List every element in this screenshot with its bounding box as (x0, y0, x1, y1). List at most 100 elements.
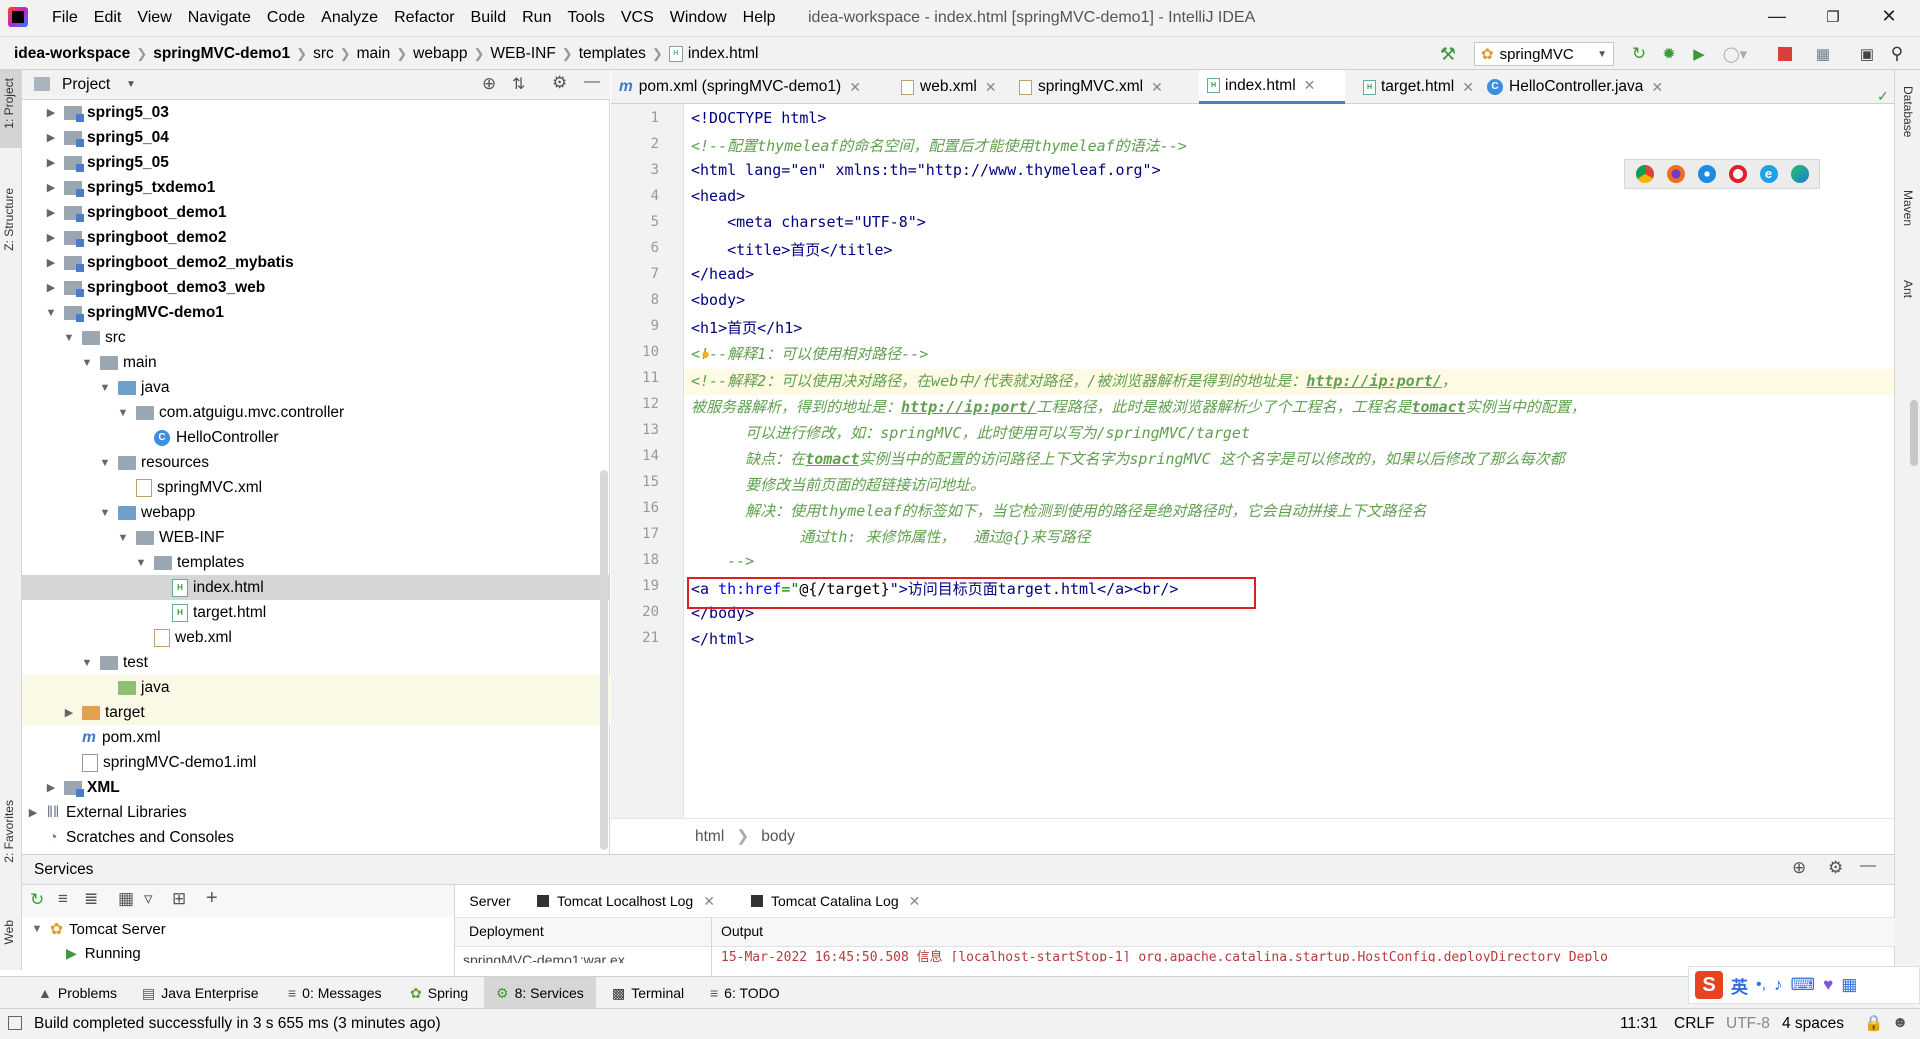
file-encoding[interactable]: UTF-8 (1726, 1015, 1770, 1033)
lightbulb-icon[interactable]: ● (701, 346, 710, 363)
close-icon[interactable]: ✕ (1151, 79, 1163, 96)
status-message[interactable]: Build completed successfully in 3 s 655 … (34, 1015, 441, 1033)
crumb-webinf[interactable]: WEB-INF (490, 45, 555, 63)
stop-icon[interactable] (1778, 47, 1792, 61)
chevron-down-icon[interactable]: ▼ (98, 381, 112, 395)
editor-scrollbar[interactable] (1910, 400, 1918, 466)
coverage-icon[interactable]: ▶ (1688, 43, 1710, 65)
menu-window[interactable]: Window (662, 9, 735, 27)
web-tool-tab[interactable]: Web (2, 920, 16, 944)
tab-springmvc-xml[interactable]: springMVC.xml ✕ (1011, 70, 1171, 104)
tree-item-test-java[interactable]: java (22, 675, 610, 700)
chevron-right-icon[interactable]: ▶ (44, 131, 58, 145)
tool-tab-problems[interactable]: ▲ Problems (38, 977, 117, 1009)
tree-item-scratches[interactable]: ◔ Scratches and Consoles (22, 825, 610, 850)
tree-item-index-html[interactable]: Hindex.html (22, 575, 610, 600)
crumb-main[interactable]: main (357, 45, 391, 63)
chevron-right-icon[interactable]: ▶ (44, 781, 58, 795)
collapse-all-icon[interactable]: ⇅ (512, 74, 525, 94)
caret-position[interactable]: 11:31 (1620, 1015, 1658, 1033)
code-link[interactable]: http://ip:port/ (901, 398, 1036, 416)
globe-icon[interactable]: ⊕ (1792, 858, 1806, 878)
tab-server[interactable]: Server (455, 885, 525, 917)
tool-tab-terminal[interactable]: ▩ Terminal (612, 977, 684, 1009)
tree-item-test[interactable]: ▼ test (22, 650, 610, 675)
close-icon[interactable]: ✕ (985, 79, 997, 96)
chevron-right-icon[interactable]: ▶ (44, 181, 58, 195)
tree-item-spring5_04[interactable]: ▶ spring5_04 (22, 125, 610, 150)
hide-panel-icon[interactable]: — (584, 73, 600, 91)
project-tool-tab[interactable]: 1: Project (2, 78, 16, 129)
close-window-icon[interactable]: ✕ (1874, 6, 1904, 30)
close-icon[interactable]: ✕ (1651, 79, 1663, 96)
chevron-down-icon[interactable]: ▼ (116, 531, 130, 545)
search-icon[interactable]: ⚲ (1886, 43, 1908, 65)
close-icon[interactable]: ✕ (1304, 77, 1316, 94)
skin-icon[interactable]: ♥ (1823, 975, 1833, 995)
project-panel-title[interactable]: Project (62, 76, 110, 94)
chevron-down-icon[interactable]: ▼ (80, 356, 94, 370)
ant-tool-tab[interactable]: Ant (1901, 280, 1915, 298)
database-tool-tab[interactable]: Database (1901, 86, 1915, 137)
locate-icon[interactable]: ⊕ (482, 74, 496, 94)
menu-run[interactable]: Run (514, 9, 559, 27)
tree-item-springboot_demo1[interactable]: ▶ springboot_demo1 (22, 200, 610, 225)
ime-language[interactable]: 英 (1731, 973, 1748, 998)
menu-vcs[interactable]: VCS (613, 9, 662, 27)
tree-item-spring5_05[interactable]: ▶ spring5_05 (22, 150, 610, 175)
tab-hellocontroller-java[interactable]: C HelloController.java ✕ (1479, 70, 1671, 104)
tree-item-iml[interactable]: springMVC-demo1.iml (22, 750, 610, 775)
tree-item-pom-xml[interactable]: m pom.xml (22, 725, 610, 750)
run-configuration-select[interactable]: ✿ springMVC ▼ (1474, 42, 1614, 66)
hide-panel-icon[interactable]: — (1860, 857, 1876, 875)
menu-refactor[interactable]: Refactor (386, 9, 462, 27)
tree-item-spring5_txdemo1[interactable]: ▶ spring5_txdemo1 (22, 175, 610, 200)
tree-tomcat-server[interactable]: ▼ ✿ Tomcat Server (22, 917, 452, 941)
crumb-html[interactable]: html (695, 828, 724, 846)
crumb-module[interactable]: springMVC-demo1 (153, 45, 290, 63)
tree-item-target[interactable]: ▶ target (22, 700, 610, 725)
crumb-body[interactable]: body (761, 828, 795, 846)
tree-item-package[interactable]: ▼ com.atguigu.mvc.controller (22, 400, 610, 425)
menu-view[interactable]: View (129, 9, 179, 27)
indent-setting[interactable]: 4 spaces (1782, 1015, 1844, 1033)
tool-tab-messages[interactable]: ≡ 0: Messages (288, 977, 382, 1009)
opera-icon[interactable] (1728, 165, 1747, 183)
tab-target-html[interactable]: H target.html ✕ (1355, 70, 1482, 104)
collapse-all-icon[interactable]: ≣ (84, 889, 98, 909)
new-tab-icon[interactable]: ⊞ (172, 889, 186, 909)
crumb-src[interactable]: src (313, 45, 334, 63)
internet-explorer-icon[interactable]: e (1759, 165, 1778, 183)
lock-icon[interactable]: 🔒 (1864, 1014, 1883, 1033)
chevron-right-icon[interactable]: ▶ (44, 256, 58, 270)
expand-arrow-icon[interactable]: ▼ (30, 922, 44, 936)
tree-running[interactable]: ▶ Running (22, 941, 452, 965)
tree-item-hellocontroller[interactable]: C HelloController (22, 425, 610, 450)
tree-item-web-inf[interactable]: ▼ WEB-INF (22, 525, 610, 550)
chevron-right-icon[interactable]: ▶ (44, 206, 58, 220)
refresh-icon[interactable]: ↻ (30, 890, 44, 910)
menu-analyze[interactable]: Analyze (313, 9, 386, 27)
chevron-right-icon[interactable]: ▶ (62, 706, 76, 720)
chevron-down-icon[interactable]: ▼ (62, 331, 76, 345)
menu-navigate[interactable]: Navigate (180, 9, 259, 27)
menu-file[interactable]: File (44, 9, 86, 27)
project-structure-icon[interactable]: ▦ (1812, 43, 1834, 65)
chevron-down-icon[interactable]: ▼ (134, 556, 148, 570)
chevron-right-icon[interactable]: ▶ (44, 106, 58, 120)
edge-icon[interactable] (1790, 165, 1809, 183)
debug-icon[interactable]: ✹ (1658, 43, 1680, 65)
gear-icon[interactable]: ⚙ (1828, 858, 1843, 878)
minimize-icon[interactable]: — (1762, 6, 1792, 30)
chevron-down-icon[interactable]: ▼ (98, 456, 112, 470)
code-editor[interactable]: 1 2 3 4 5 6 7 8 9 10 11 12 13 14 15 16 17 18 19 20 21 <!DOCT… (611, 88, 1894, 818)
structure-tool-tab[interactable]: Z: Structure (2, 188, 16, 251)
add-icon[interactable]: + (206, 887, 218, 910)
crumb-templates[interactable]: templates (579, 45, 646, 63)
tree-item-xml[interactable]: ▶ XML (22, 775, 610, 800)
tree-item-resources[interactable]: ▼ resources (22, 450, 610, 475)
tree-item-springmvc-demo1[interactable]: ▼ springMVC-demo1 (22, 300, 610, 325)
toolbox-icon[interactable]: ▦ (1841, 975, 1857, 995)
tool-tab-todo[interactable]: ≡ 6: TODO (710, 977, 780, 1009)
chevron-right-icon[interactable]: ▶ (44, 231, 58, 245)
